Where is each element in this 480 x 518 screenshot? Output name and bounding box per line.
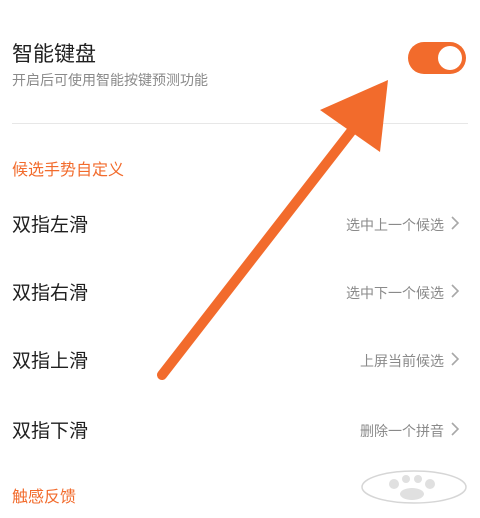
gesture-label: 双指上滑	[12, 350, 89, 372]
gesture-value: 选中上一个候选	[346, 218, 444, 234]
gesture-label: 双指左滑	[12, 214, 89, 236]
chevron-right-icon	[451, 216, 460, 230]
smart-keyboard-toggle[interactable]	[408, 42, 466, 74]
section-header-gesture: 候选手势自定义	[12, 160, 125, 179]
divider	[12, 123, 468, 124]
gesture-value: 选中下一个候选	[346, 286, 444, 302]
chevron-right-icon	[451, 352, 460, 366]
gesture-row-two-finger-right[interactable]: 双指右滑 选中下一个候选	[0, 266, 480, 318]
gesture-row-two-finger-up[interactable]: 双指上滑 上屏当前候选	[0, 334, 480, 386]
gesture-value: 上屏当前候选	[360, 354, 444, 370]
toggle-knob	[438, 46, 462, 70]
smart-keyboard-subtitle: 开启后可使用智能按键预测功能	[12, 73, 208, 89]
section-header-haptic: 触感反馈	[12, 487, 77, 506]
smart-keyboard-setting[interactable]: 智能键盘 开启后可使用智能按键预测功能	[12, 30, 468, 100]
smart-keyboard-title: 智能键盘	[12, 42, 96, 66]
gesture-label: 双指下滑	[12, 420, 89, 442]
gesture-value: 删除一个拼音	[360, 424, 444, 440]
chevron-right-icon	[451, 284, 460, 298]
chevron-right-icon	[451, 422, 460, 436]
gesture-row-two-finger-down[interactable]: 双指下滑 删除一个拼音	[0, 404, 480, 456]
settings-page: 智能键盘 开启后可使用智能按键预测功能 候选手势自定义 双指左滑 选中上一个候选…	[0, 0, 480, 518]
watermark-logo-icon	[361, 470, 467, 504]
gesture-row-two-finger-left[interactable]: 双指左滑 选中上一个候选	[0, 198, 480, 250]
gesture-label: 双指右滑	[12, 282, 89, 304]
